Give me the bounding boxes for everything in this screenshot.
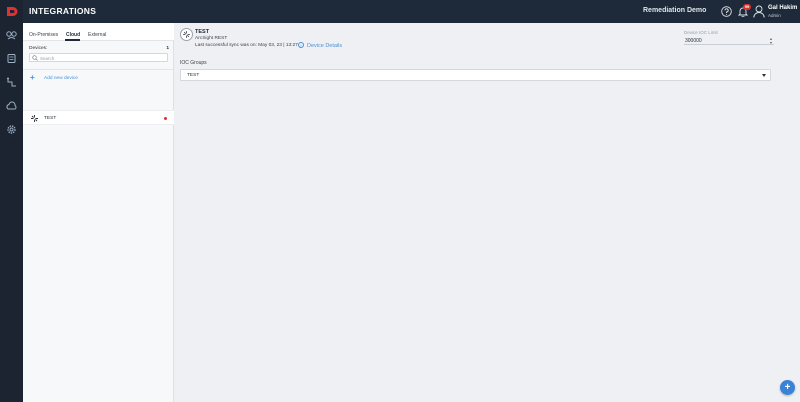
search-icon [32,55,38,61]
user-avatar-icon [753,5,765,18]
app-logo-icon[interactable] [5,5,18,18]
tenant-name[interactable]: Remediation Demo [643,7,706,14]
device-list-panel: On-Premises Cloud External Devices: 1 + … [23,23,174,402]
devices-summary: Devices: 1 [29,46,169,51]
tab-external[interactable]: External [88,32,106,38]
page-title: INTEGRATIONS [29,6,97,16]
device-title: TEST [195,29,210,35]
devices-count: 1 [166,46,169,51]
device-details-label: Device Details [307,43,343,49]
shield-icon[interactable] [5,52,18,65]
device-type: ArcSight REST [195,36,228,41]
device-name: TEST [44,116,57,121]
arcsight-icon [31,115,38,122]
cloud-icon[interactable] [5,100,18,113]
tab-cloud[interactable]: Cloud [66,32,80,38]
caret-down-icon [762,74,766,77]
user-name: Gal Hakim [768,5,798,11]
left-rail [0,0,23,402]
user-role: Admin [768,13,781,18]
integrations-icon[interactable] [5,29,18,42]
search-field[interactable] [29,53,168,62]
add-device-button[interactable]: + Add new device [30,74,130,83]
ioc-groups-select[interactable]: TEST [180,69,771,81]
add-fab-button[interactable]: + [780,380,795,395]
divider [23,69,174,70]
tab-on-premises[interactable]: On-Premises [29,32,58,38]
active-tab-indicator [65,39,80,41]
user-menu[interactable]: Gal Hakim Admin [753,4,800,20]
info-icon: i [298,42,304,48]
arcsight-icon [180,28,193,41]
status-indicator [164,117,167,120]
last-sync-text: Last successful sync was on: May 03, 23 … [195,43,298,48]
ioc-limit-stepper[interactable]: 300000 ▴ ▾ [684,36,774,45]
flow-icon[interactable] [5,76,18,89]
device-tabs: On-Premises Cloud External [23,23,174,41]
ioc-groups-value: TEST [187,73,200,78]
ioc-limit-label: Device IOC Limit [684,30,718,35]
device-detail: TEST ArcSight REST Last successful sync … [175,23,800,402]
ioc-limit-value: 300000 [685,38,702,44]
device-details-link[interactable]: i Device Details [298,42,342,49]
stepper-arrows-icon[interactable]: ▴ ▾ [770,37,772,45]
ioc-groups-label: IOC Groups [180,60,207,66]
help-icon[interactable] [721,6,732,17]
add-device-label: Add new device [44,76,78,81]
top-bar: INTEGRATIONS Remediation Demo 99 Gal Hak… [23,0,800,23]
search-input[interactable] [40,55,165,61]
gear-icon[interactable] [5,123,18,136]
devices-label: Devices: [29,46,48,51]
notification-badge: 99 [743,4,751,10]
plus-icon: + [30,73,35,82]
list-item[interactable]: TEST [23,110,174,125]
